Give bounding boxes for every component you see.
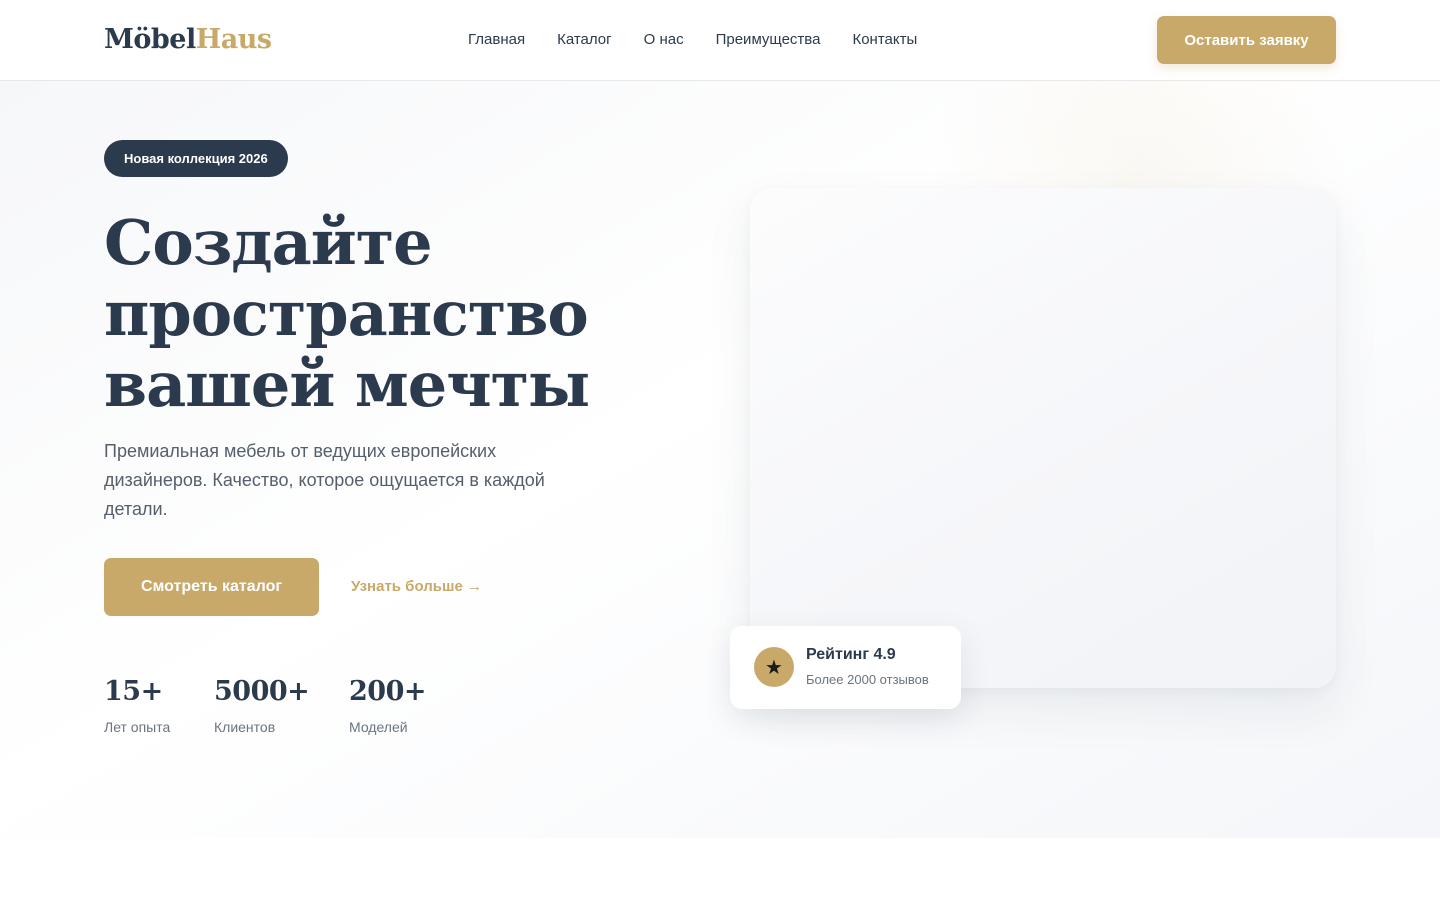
logo-part-mobel: Möbel <box>104 24 196 55</box>
stat-models: 200+ Моделей <box>349 675 426 737</box>
request-button[interactable]: Оставить заявку <box>1157 16 1336 64</box>
stat-experience: 15+ Лет опыта <box>104 675 170 737</box>
view-catalog-button[interactable]: Смотреть каталог <box>104 558 319 616</box>
hero-section: Новая коллекция 2026 Создайте пространст… <box>0 81 1440 838</box>
stat-label: Лет опыта <box>104 719 171 735</box>
stat-value: 5000+ <box>214 676 310 707</box>
nav-link-contacts[interactable]: Контакты <box>852 30 917 50</box>
stat-value: 15+ <box>104 676 163 707</box>
collection-badge: Новая коллекция 2026 <box>104 140 288 177</box>
hero-headline: Создайте пространство вашей мечты <box>104 206 590 421</box>
nav-link-about[interactable]: О нас <box>644 30 684 50</box>
stat-label: Клиентов <box>214 719 276 735</box>
rating-title: Рейтинг 4.9 <box>806 646 896 663</box>
nav-link-catalog[interactable]: Каталог <box>557 30 612 50</box>
rating-subtitle: Более 2000 отзывов <box>806 672 929 687</box>
nav-link-advantages[interactable]: Преимущества <box>716 30 821 50</box>
site-header: MöbelHaus Главная Каталог О нас Преимуще… <box>0 0 1440 81</box>
star-icon: ★ <box>754 647 794 687</box>
learn-more-link[interactable]: Узнать больше → <box>351 577 482 597</box>
stat-value: 200+ <box>349 676 426 707</box>
logo[interactable]: MöbelHaus <box>104 24 272 56</box>
stat-label: Моделей <box>349 719 408 735</box>
rating-card: ★ Рейтинг 4.9 Более 2000 отзывов <box>730 626 961 709</box>
hero-lead: Премиальная мебель от ведущих европейски… <box>104 441 545 519</box>
main-nav: Главная Каталог О нас Преимущества Конта… <box>468 30 917 50</box>
stat-clients: 5000+ Клиентов <box>214 675 310 737</box>
nav-link-home[interactable]: Главная <box>468 30 525 50</box>
logo-part-haus: Haus <box>195 24 272 55</box>
hero-image-card <box>750 188 1336 688</box>
